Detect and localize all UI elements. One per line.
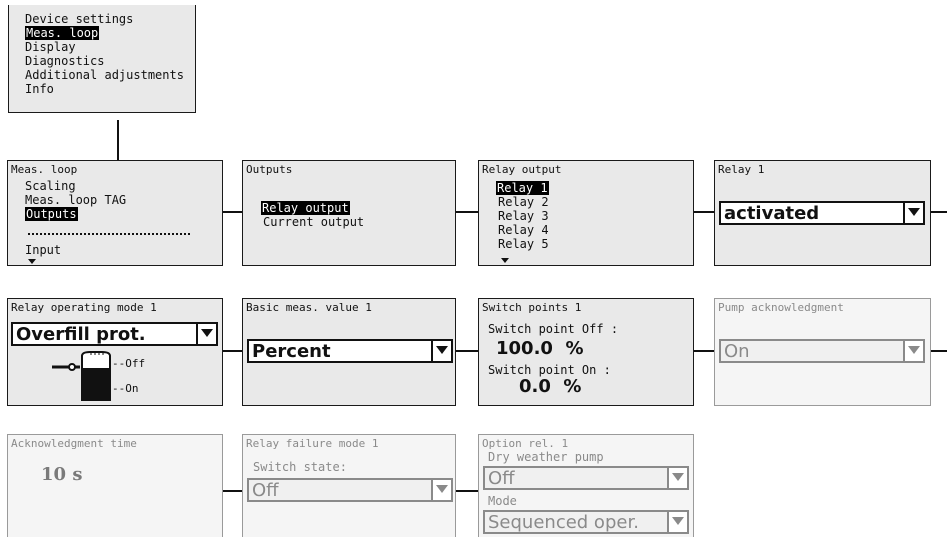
screen-title: Relay failure mode 1 xyxy=(246,437,379,450)
basic-meas-value-dropdown[interactable]: Percent xyxy=(247,339,453,363)
dropdown-value: Overfill prot. xyxy=(16,324,146,345)
menu-item-meas-loop-tag[interactable]: Meas. loop TAG xyxy=(25,193,126,207)
mode-label: Mode xyxy=(488,494,517,508)
menu-item-device-settings[interactable]: Device settings xyxy=(25,12,133,26)
connector-line xyxy=(223,211,242,213)
menu-item-scaling[interactable]: Scaling xyxy=(25,179,76,193)
switch-point-off-label: Switch point Off : xyxy=(488,322,619,336)
relay-1-screen: Relay 1 activated xyxy=(714,160,931,266)
menu-item-relay-4[interactable]: Relay 4 xyxy=(498,223,549,237)
chevron-down-icon[interactable] xyxy=(903,341,923,361)
relay-output-screen: Relay output Relay 1 Relay 2 Relay 3 Rel… xyxy=(478,160,694,266)
screen-title: Outputs xyxy=(246,163,293,176)
connector-line xyxy=(223,490,242,492)
screen-title: Switch points 1 xyxy=(482,301,582,314)
screen-title: Acknowledgment time xyxy=(11,437,137,450)
dry-weather-pump-label: Dry weather pump xyxy=(488,450,604,464)
menu-item-relay-3[interactable]: Relay 3 xyxy=(498,209,549,223)
connector-line xyxy=(694,350,714,352)
dry-weather-pump-dropdown[interactable]: Off xyxy=(483,466,689,490)
menu-item-outputs[interactable]: Outputs xyxy=(25,207,78,221)
dropdown-value: Off xyxy=(252,480,279,501)
chevron-down-icon[interactable] xyxy=(667,468,687,488)
switch-state-label: Switch state: xyxy=(253,460,347,474)
pump-acknowledgment-dropdown[interactable]: On xyxy=(719,339,925,363)
menu-item-relay-output[interactable]: Relay output xyxy=(261,201,350,215)
menu-item-relay-2[interactable]: Relay 2 xyxy=(498,195,549,209)
chevron-down-icon[interactable] xyxy=(903,203,923,223)
off-label: --Off xyxy=(112,357,146,370)
outputs-screen: Outputs Relay output Current output xyxy=(242,160,456,266)
menu-item-relay-1[interactable]: Relay 1 xyxy=(496,181,549,195)
mode-dropdown[interactable]: Sequenced oper. xyxy=(483,510,689,534)
separator xyxy=(28,233,190,235)
meas-loop-screen: Meas. loop Scaling Meas. loop TAG Output… xyxy=(7,160,223,266)
switch-point-on-label: Switch point On : xyxy=(488,363,611,377)
operating-mode-dropdown[interactable]: Overfill prot. xyxy=(11,322,218,346)
screen-title: Meas. loop xyxy=(11,163,78,176)
menu-item-meas-loop[interactable]: Meas. loop xyxy=(25,26,100,40)
menu-item-relay-output-label: Relay output xyxy=(261,201,350,215)
dropdown-value: Percent xyxy=(252,341,331,362)
relay-operating-mode-screen: Relay operating mode 1 Overfill prot. --… xyxy=(7,298,223,406)
chevron-down-icon[interactable] xyxy=(431,341,451,361)
menu-item-outputs-label: Outputs xyxy=(25,207,78,221)
dropdown-value: On xyxy=(724,341,750,362)
switch-points-screen: Switch points 1 Switch point Off : 100.0… xyxy=(478,298,694,406)
screen-title: Pump acknowledgment xyxy=(718,301,844,314)
switch-point-on-value[interactable]: 0.0 % xyxy=(519,376,581,397)
connector-line xyxy=(117,120,119,160)
menu-item-current-output[interactable]: Current output xyxy=(263,215,364,229)
tank-icon xyxy=(52,351,111,401)
connector-line xyxy=(931,350,947,352)
connector-line xyxy=(931,211,947,213)
menu-item-info[interactable]: Info xyxy=(25,82,54,96)
relay-failure-mode-screen: Relay failure mode 1 Switch state: Off xyxy=(242,434,456,537)
pump-acknowledgment-screen: Pump acknowledgment On xyxy=(714,298,931,406)
connector-line xyxy=(456,350,478,352)
menu-item-display[interactable]: Display xyxy=(25,40,76,54)
switch-state-dropdown[interactable]: Off xyxy=(247,478,453,502)
screen-title: Relay output xyxy=(482,163,562,176)
relay-1-dropdown[interactable]: activated xyxy=(719,201,925,225)
menu-item-relay-5[interactable]: Relay 5 xyxy=(498,237,549,251)
menu-item-input[interactable]: Input xyxy=(25,243,61,257)
screen-title: Relay operating mode 1 xyxy=(11,301,157,314)
connector-line xyxy=(456,211,478,213)
chevron-down-icon[interactable] xyxy=(431,480,451,500)
chevron-down-icon[interactable] xyxy=(196,324,216,344)
dropdown-value: activated xyxy=(724,203,820,224)
switch-point-off-value[interactable]: 100.0 % xyxy=(496,338,584,359)
acknowledgment-time-value[interactable]: 10 s xyxy=(41,465,82,485)
screen-title: Option rel. 1 xyxy=(482,437,569,450)
menu-item-meas-loop-label: Meas. loop xyxy=(25,26,100,40)
on-label: --On xyxy=(112,382,139,395)
connector-line xyxy=(694,211,714,213)
dropdown-value: Off xyxy=(488,468,515,489)
connector-line xyxy=(456,490,478,492)
dropdown-value: Sequenced oper. xyxy=(488,512,639,533)
basic-meas-value-screen: Basic meas. value 1 Percent xyxy=(242,298,456,406)
connector-line xyxy=(223,350,242,352)
screen-title: Relay 1 xyxy=(718,163,765,176)
option-rel-screen: Option rel. 1 Dry weather pump Off Mode … xyxy=(478,434,694,537)
chevron-down-icon[interactable] xyxy=(667,512,687,532)
menu-item-additional-adjustments[interactable]: Additional adjustments xyxy=(25,68,184,82)
menu-item-relay-1-label: Relay 1 xyxy=(496,181,549,195)
scroll-down-icon[interactable] xyxy=(28,259,36,264)
menu-item-diagnostics[interactable]: Diagnostics xyxy=(25,54,104,68)
acknowledgment-time-screen: Acknowledgment time 10 s xyxy=(7,434,223,537)
main-menu-screen: Device settings Meas. loop Display Diagn… xyxy=(8,5,196,113)
scroll-down-icon[interactable] xyxy=(501,258,509,263)
screen-title: Basic meas. value 1 xyxy=(246,301,372,314)
